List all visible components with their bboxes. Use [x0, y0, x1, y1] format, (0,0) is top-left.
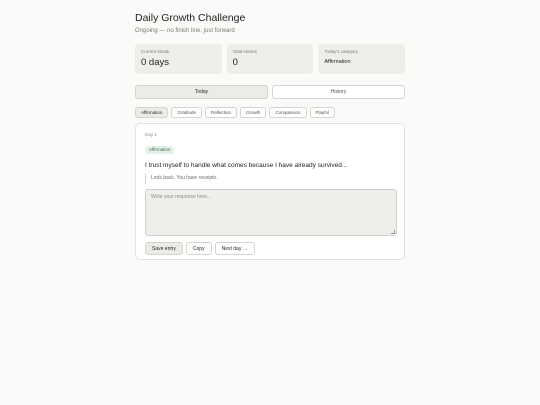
page-title: Daily Growth Challenge [135, 12, 246, 24]
stat-card-category: Today's category Affirmation [318, 44, 406, 74]
category-chip-gratitude[interactable]: Gratitude [171, 107, 202, 118]
category-filter: Affirmation Gratitude Reflection Growth … [135, 107, 405, 118]
stat-value: 0 [232, 57, 238, 68]
category-chip-compassion[interactable]: Compassion [269, 107, 307, 118]
stat-card-streak: Current streak 0 days [135, 44, 222, 74]
category-chip-reflection[interactable]: Reflection [204, 107, 237, 118]
stat-label: Total entries [232, 49, 257, 54]
day-label: Day 1 [145, 132, 157, 137]
category-chip-playful[interactable]: Playful [309, 107, 336, 118]
stat-value: 0 days [141, 57, 169, 68]
category-chip-affirmation[interactable]: Affirmation [135, 107, 169, 118]
stat-label: Today's category [324, 49, 358, 54]
stat-label: Current streak [141, 49, 170, 54]
category-badge: Affirmation [145, 146, 175, 154]
prompt-hint: Look back. You have receipts. [145, 174, 395, 184]
tab-today[interactable]: Today [135, 85, 268, 99]
action-row: Save entry Copy Next day → [145, 242, 395, 255]
save-entry-button[interactable]: Save entry [145, 242, 183, 255]
next-day-button[interactable]: Next day → [214, 242, 255, 255]
category-chip-growth[interactable]: Growth [239, 107, 267, 118]
resize-handle-icon[interactable] [391, 230, 395, 234]
stat-value: Affirmation [324, 59, 351, 65]
app-container: Daily Growth Challenge Ongoing — no fini… [135, 12, 406, 260]
tab-history[interactable]: History [272, 85, 405, 99]
response-placeholder: Write your response here... [151, 194, 212, 200]
view-tabs: Today History [135, 85, 405, 99]
response-textarea[interactable]: Write your response here... [145, 189, 397, 236]
challenge-card: Day 1 Affirmation I trust myself to hand… [135, 123, 405, 260]
stats-row: Current streak 0 days Total entries 0 To… [135, 44, 406, 74]
copy-button[interactable]: Copy [185, 242, 212, 255]
challenge-prompt: I trust myself to handle what comes beca… [145, 162, 348, 169]
stat-card-total: Total entries 0 [226, 44, 314, 74]
page-subtitle: Ongoing — no finish line, just forward [135, 28, 235, 34]
